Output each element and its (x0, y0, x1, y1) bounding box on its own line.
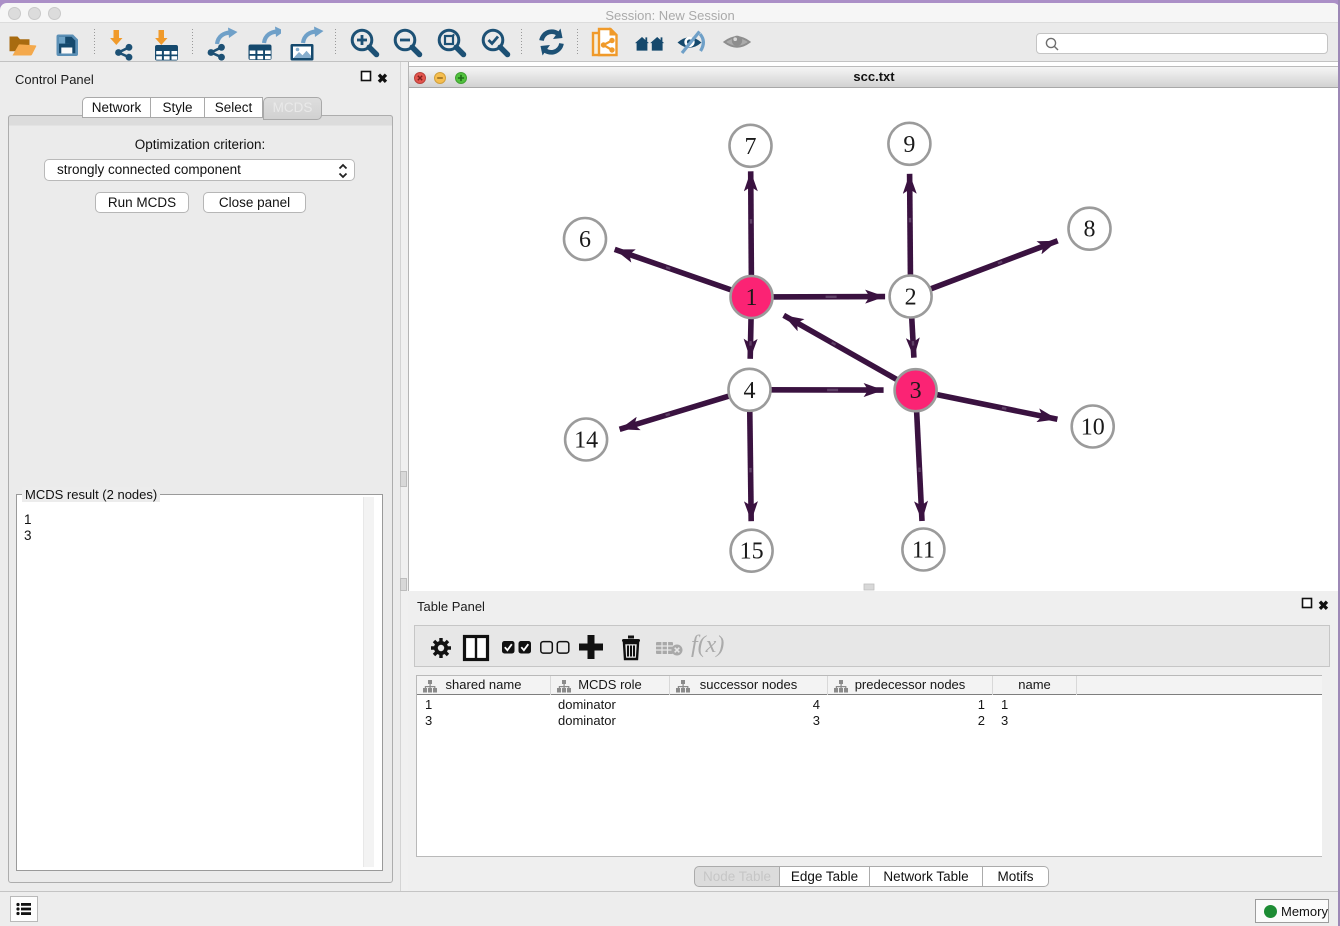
svg-text:15: 15 (740, 539, 764, 565)
svg-text:10: 10 (1081, 415, 1105, 441)
svg-text:2: 2 (905, 285, 917, 311)
svg-text:14: 14 (574, 428, 598, 454)
svg-text:4: 4 (744, 378, 756, 404)
svg-text:8: 8 (1084, 217, 1096, 243)
svg-text:11: 11 (912, 538, 935, 564)
svg-text:3: 3 (910, 378, 922, 404)
svg-text:7: 7 (745, 134, 757, 160)
svg-text:9: 9 (903, 132, 915, 158)
svg-text:1: 1 (746, 285, 758, 311)
svg-text:6: 6 (579, 227, 591, 253)
